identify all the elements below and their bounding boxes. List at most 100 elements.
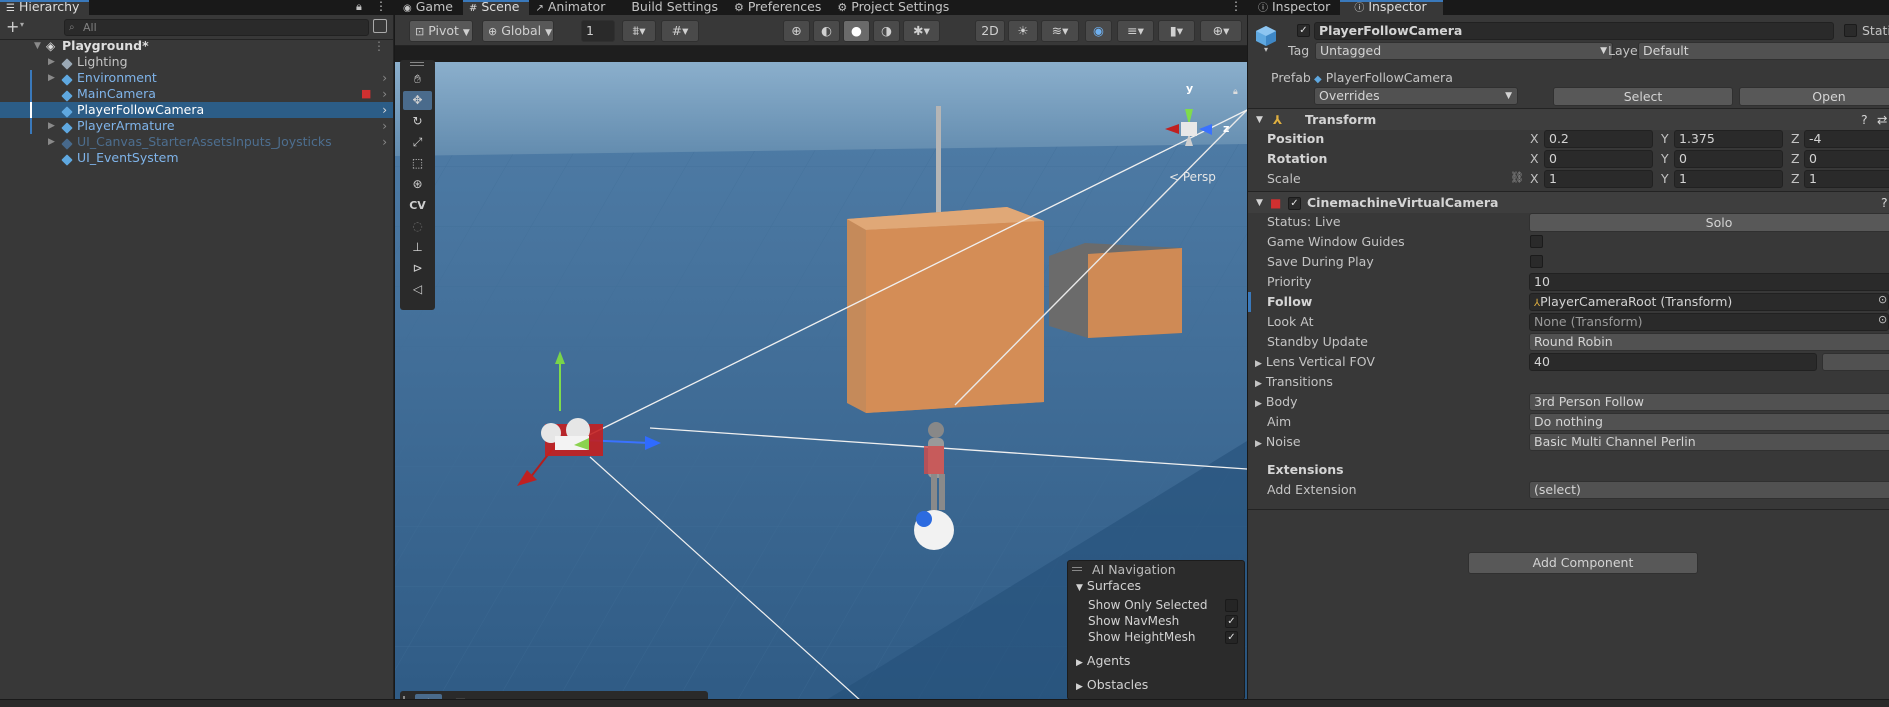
body-dropdown[interactable]: 3rd Person Follow	[1529, 393, 1889, 411]
collapsed-arrow-icon[interactable]: ▶	[48, 54, 55, 70]
priority-input[interactable]: 10	[1529, 273, 1889, 291]
overrides-dropdown[interactable]: Overrides ▼	[1314, 87, 1518, 105]
surfaces-foldout[interactable]: ▼ Surfaces	[1076, 577, 1141, 597]
follow-object-field[interactable]: ⅄PlayerCameraRoot (Transform)	[1529, 293, 1889, 311]
tab-game[interactable]: ◉ Game	[395, 0, 463, 15]
effects-toggle-button[interactable]: ≋▾	[1041, 20, 1079, 42]
obstacles-foldout[interactable]: ▶ Obstacles	[1076, 676, 1148, 696]
tab-build-settings[interactable]: Build Settings	[615, 0, 728, 15]
settings-icon[interactable]: ⇄	[1877, 109, 1887, 131]
tab-animator[interactable]: ↗ Animator	[529, 0, 615, 15]
global-dropdown[interactable]: ⊕ Global ▼	[482, 20, 554, 42]
prefab-asset-field[interactable]: ◆ PlayerFollowCamera	[1314, 69, 1453, 89]
lens-presets-dropdown[interactable]	[1822, 353, 1889, 371]
rotation-y-input[interactable]: 0	[1674, 150, 1783, 168]
hierarchy-item-playerarmature[interactable]: ▶ PlayerArmature ›	[0, 118, 393, 134]
cinemachine-follow-offset-icon[interactable]: ◁	[403, 280, 432, 299]
hierarchy-item-playerfollowcamera[interactable]: PlayerFollowCamera ›	[0, 102, 393, 118]
search-input[interactable]: ⌕ All	[64, 19, 369, 36]
scene-root-row[interactable]: ▼ ◈ Playground* ⋮	[0, 38, 393, 54]
lighting-toggle-button[interactable]: ☀	[1008, 20, 1038, 42]
add-icon[interactable]: +	[6, 17, 19, 36]
lens-foldout[interactable]: ▶ Lens Vertical FOV	[1255, 352, 1375, 372]
move-tool-icon[interactable]: ✥	[403, 91, 432, 110]
rect-tool-icon[interactable]: ⬚	[403, 154, 432, 173]
lock-icon[interactable]: 🔒︎	[356, 0, 362, 14]
transform-header[interactable]: ▼ ⅄ Transform ? ⇄	[1248, 108, 1889, 130]
help-icon[interactable]: ?	[1881, 192, 1888, 214]
show-navmesh-checkbox[interactable]: ✓	[1225, 615, 1238, 628]
draw-mode-wireframe-button[interactable]: ⊕	[783, 20, 810, 42]
hierarchy-item-ui-eventsystem[interactable]: UI_EventSystem	[0, 150, 393, 166]
body-foldout[interactable]: ▶ Body	[1255, 392, 1297, 412]
tab-hierarchy[interactable]: ☰ Hierarchy	[0, 0, 90, 15]
more-menu-icon[interactable]: ⋮	[373, 38, 385, 54]
save-during-play-checkbox[interactable]	[1530, 255, 1543, 268]
show-heightmesh-checkbox[interactable]: ✓	[1225, 631, 1238, 644]
grid-size-field[interactable]: 1	[581, 20, 615, 42]
transform-tool-icon[interactable]: ⊛	[403, 175, 432, 194]
toggle-2d-button[interactable]: 2D	[975, 20, 1005, 42]
open-button[interactable]: Open	[1739, 87, 1889, 106]
standby-update-dropdown[interactable]: Round Robin	[1529, 333, 1889, 351]
hierarchy-item-environment[interactable]: ▶ Environment ›	[0, 70, 393, 86]
chevron-right-icon[interactable]: ›	[382, 70, 387, 86]
help-icon[interactable]: ?	[1861, 109, 1868, 131]
select-button[interactable]: Select	[1553, 87, 1733, 106]
chevron-down-icon[interactable]: ▾	[20, 20, 24, 29]
rotation-x-input[interactable]: 0	[1544, 150, 1653, 168]
grid-snapping-button[interactable]: #▾	[661, 20, 699, 42]
camera-settings-button[interactable]: ▮▾	[1158, 20, 1195, 42]
object-name-input[interactable]: PlayerFollowCamera	[1314, 22, 1834, 40]
hierarchy-item-maincamera[interactable]: MainCamera ■ ›	[0, 86, 393, 102]
cinemachine-fov-icon[interactable]: ◌	[403, 217, 432, 236]
lens-fov-input[interactable]: 40	[1529, 353, 1817, 371]
chevron-right-icon[interactable]: ›	[382, 102, 387, 118]
scale-tool-icon[interactable]: ⤢	[403, 133, 432, 152]
position-z-input[interactable]: -4	[1804, 130, 1889, 148]
noise-foldout[interactable]: ▶ Noise	[1255, 432, 1301, 452]
drag-handle-icon[interactable]	[410, 62, 424, 63]
draw-mode-unlit-button[interactable]: ◑	[873, 20, 900, 42]
chevron-right-icon[interactable]: ›	[382, 118, 387, 134]
hierarchy-item-ui-canvas[interactable]: ▶ UI_Canvas_StarterAssetsInputs_Joystick…	[0, 134, 393, 150]
more-menu-icon[interactable]: ⋮	[1230, 0, 1242, 13]
tag-dropdown[interactable]: Untagged ▼	[1315, 42, 1613, 60]
lock-icon[interactable]: 🔒︎	[1233, 87, 1238, 97]
cinemachine-near-far-icon[interactable]: ⊳	[403, 259, 432, 278]
chevron-down-icon[interactable]: ▾	[1264, 45, 1268, 54]
tab-inspector-2[interactable]: ⓘ Inspector	[1340, 0, 1443, 15]
collapsed-arrow-icon[interactable]: ▶	[48, 118, 55, 134]
chevron-right-icon[interactable]: ›	[382, 86, 387, 102]
more-menu-icon[interactable]: ⋮	[375, 0, 387, 13]
draw-mode-shaded-button[interactable]: ●	[843, 20, 870, 42]
add-component-button[interactable]: Add Component	[1468, 552, 1698, 574]
scale-y-input[interactable]: 1	[1674, 170, 1783, 188]
scale-z-input[interactable]: 1	[1804, 170, 1889, 188]
link-icon[interactable]: ⛓	[1510, 171, 1524, 184]
scale-x-input[interactable]: 1	[1544, 170, 1653, 188]
snap-increment-button[interactable]: ⩩▾	[622, 20, 656, 42]
add-extension-dropdown[interactable]: (select)	[1529, 481, 1889, 499]
rotation-z-input[interactable]: 0	[1804, 150, 1889, 168]
rotate-tool-icon[interactable]: ↻	[403, 112, 432, 131]
drag-handle-icon[interactable]	[1072, 567, 1082, 568]
gizmos-button[interactable]: ⊕▾	[1200, 20, 1242, 42]
expand-arrow-icon[interactable]: ▼	[34, 38, 41, 54]
show-only-selected-checkbox[interactable]	[1225, 599, 1238, 612]
tab-inspector-1[interactable]: ⓘ Inspector	[1248, 0, 1340, 15]
tab-preferences[interactable]: ⚙ Preferences	[728, 0, 831, 15]
hand-tool-icon[interactable]: ✋︎	[403, 70, 432, 89]
debug-draw-mode-button[interactable]: ✱▾	[903, 20, 940, 42]
scene-visibility-button[interactable]: ◉	[1085, 20, 1112, 42]
hierarchy-item-lighting[interactable]: ▶ Lighting	[0, 54, 393, 70]
static-checkbox[interactable]	[1844, 24, 1857, 37]
look-at-object-field[interactable]: None (Transform)	[1529, 313, 1889, 331]
active-checkbox[interactable]: ✓	[1297, 24, 1310, 37]
collapsed-arrow-icon[interactable]: ▶	[48, 134, 55, 150]
agents-foldout[interactable]: ▶ Agents	[1076, 652, 1130, 672]
perspective-label[interactable]: < Persp	[1169, 170, 1216, 184]
layers-button[interactable]: ≡▾	[1117, 20, 1154, 42]
object-picker-icon[interactable]: ⊙	[1878, 293, 1887, 306]
chevron-right-icon[interactable]: ›	[382, 134, 387, 150]
